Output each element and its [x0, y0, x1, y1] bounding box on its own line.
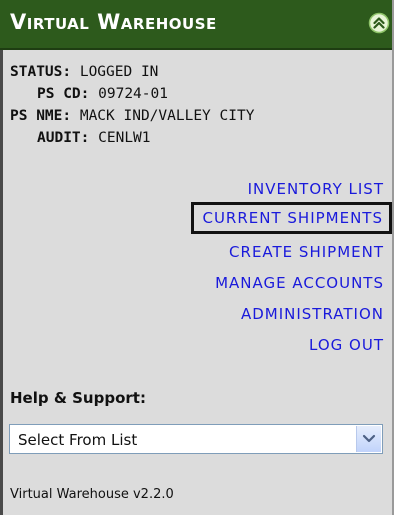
status-value: LOGGED IN — [79, 64, 159, 80]
nav-log-out[interactable]: LOG OUT — [309, 336, 384, 354]
status-row-status: STATUS: LOGGED IN — [10, 64, 158, 80]
select-value: Select From List — [18, 431, 138, 449]
nav-administration[interactable]: ADMINISTRATION — [241, 305, 384, 323]
status-row-ps-nme: PS NME: MACK IND/VALLEY CITY — [10, 108, 254, 124]
status-row-audit: AUDIT: CENLW1 — [37, 130, 151, 146]
panel-header: Virtual Warehouse — [0, 0, 392, 50]
sidebar-panel: Virtual Warehouse STATUS: LOGGED IN PS C… — [0, 0, 394, 515]
panel-title: Virtual Warehouse — [10, 10, 217, 34]
chevron-down-icon[interactable] — [356, 426, 381, 452]
ps-cd-value: 09724-01 — [98, 86, 168, 102]
nav-manage-accounts[interactable]: MANAGE ACCOUNTS — [215, 274, 384, 292]
help-support-select[interactable]: Select From List — [9, 424, 383, 454]
status-row-ps-cd: PS CD: 09724-01 — [37, 86, 168, 102]
status-label: STATUS: — [10, 64, 72, 80]
nav-current-shipments[interactable]: CURRENT SHIPMENTS — [191, 202, 392, 234]
ps-cd-label: PS CD: — [37, 86, 90, 102]
version-text: Virtual Warehouse v2.2.0 — [10, 487, 174, 502]
ps-nme-value: MACK IND/VALLEY CITY — [79, 108, 255, 124]
ps-nme-label: PS NME: — [10, 108, 72, 124]
double-chevron-up-icon[interactable] — [368, 12, 390, 34]
audit-value: CENLW1 — [98, 130, 151, 146]
help-support-label: Help & Support: — [10, 389, 146, 407]
audit-label: AUDIT: — [37, 130, 90, 146]
nav-inventory-list[interactable]: INVENTORY LIST — [248, 180, 384, 198]
nav-create-shipment[interactable]: CREATE SHIPMENT — [229, 243, 384, 261]
